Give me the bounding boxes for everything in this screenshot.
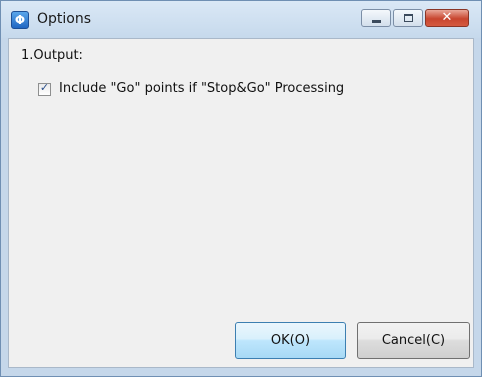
cancel-button[interactable]: Cancel(C)	[357, 322, 470, 359]
output-section-label: 1.Output:	[21, 48, 83, 63]
dialog-body: 1.Output: ✓ Include "Go" points if "Stop…	[8, 38, 474, 368]
options-dialog: Φ Options ✕ 1.Output: ✓ Include "Go" poi…	[0, 0, 482, 377]
maximize-button[interactable]	[393, 9, 423, 27]
app-icon: Φ	[11, 11, 29, 29]
close-icon: ✕	[441, 10, 453, 25]
maximize-icon	[404, 14, 413, 22]
window-title: Options	[37, 11, 92, 27]
title-bar[interactable]: Φ Options ✕	[1, 1, 481, 38]
minimize-button[interactable]	[361, 9, 391, 27]
close-button[interactable]: ✕	[425, 9, 469, 27]
checkmark-icon: ✓	[39, 81, 50, 94]
include-go-points-label[interactable]: Include "Go" points if "Stop&Go" Process…	[59, 81, 344, 96]
minimize-icon	[372, 20, 381, 23]
include-go-points-checkbox[interactable]: ✓	[38, 81, 51, 96]
ok-button[interactable]: OK(O)	[235, 322, 346, 359]
